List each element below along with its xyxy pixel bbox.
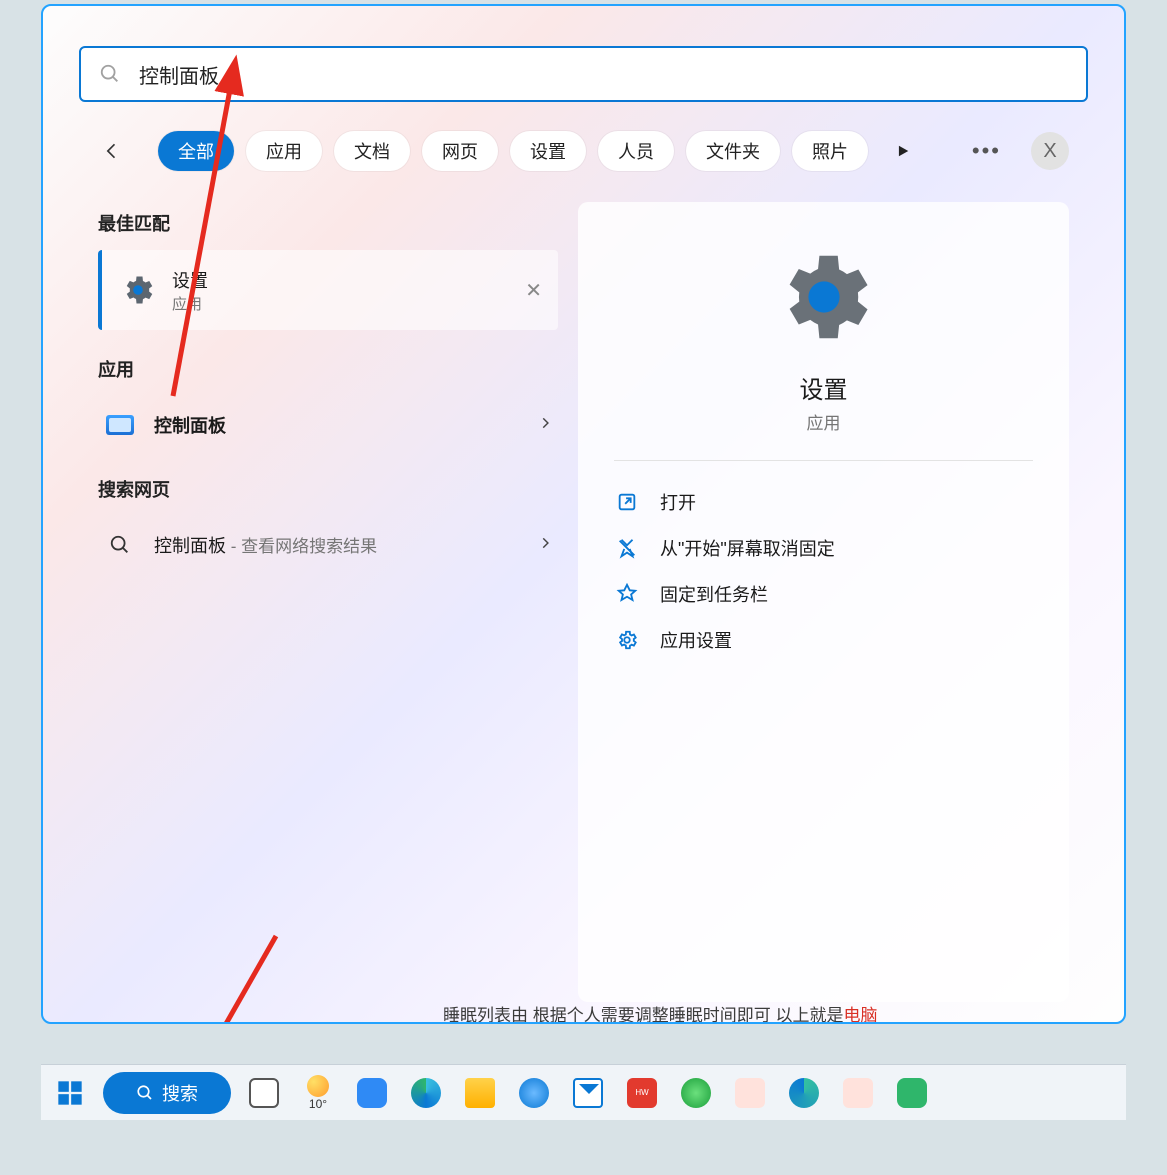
section-header-apps: 应用 [98, 356, 558, 382]
browser-icon[interactable] [513, 1072, 555, 1114]
action-unpin-start[interactable]: 从"开始"屏幕取消固定 [614, 525, 1033, 571]
search-icon [99, 63, 121, 85]
filter-tabs: 全部 应用 文档 网页 设置 人员 文件夹 照片 ••• X [98, 131, 1069, 171]
close-icon[interactable]: ✕ [525, 278, 542, 303]
results-list: 最佳匹配 设置 应用 ✕ 应用 控制面板 搜索网页 [98, 202, 558, 1002]
mail-icon[interactable] [567, 1072, 609, 1114]
action-label: 从"开始"屏幕取消固定 [660, 535, 835, 561]
chevron-right-icon [538, 536, 552, 555]
best-match-title: 设置 [172, 267, 208, 293]
task-view-icon[interactable] [243, 1072, 285, 1114]
taskbar-search-label: 搜索 [162, 1080, 198, 1106]
action-open[interactable]: 打开 [614, 479, 1033, 525]
action-app-settings[interactable]: 应用设置 [614, 617, 1033, 663]
action-label: 固定到任务栏 [660, 581, 768, 607]
background-page-text: 睡眠列表由 根据个人需要调整睡眠时间即可 以上就是电脑 [443, 1001, 877, 1024]
action-label: 打开 [660, 489, 696, 515]
search-input[interactable] [137, 62, 1068, 87]
taskbar-search-button[interactable]: 搜索 [103, 1072, 231, 1114]
unpin-start-icon [616, 537, 638, 559]
divider [614, 460, 1033, 461]
start-button[interactable] [49, 1072, 91, 1114]
edge-icon[interactable] [405, 1072, 447, 1114]
results-area: 最佳匹配 设置 应用 ✕ 应用 控制面板 搜索网页 [98, 202, 1069, 1002]
weather-icon[interactable]: 10° [297, 1072, 339, 1114]
filter-tab-web[interactable]: 网页 [422, 131, 498, 171]
search-icon [104, 529, 136, 561]
taskbar: 搜索 10° HW [41, 1064, 1126, 1120]
search-icon [136, 1084, 154, 1102]
open-icon [616, 491, 638, 513]
app-result-label: 控制面板 [154, 412, 226, 438]
filter-tab-folders[interactable]: 文件夹 [686, 131, 780, 171]
chevron-right-icon [538, 416, 552, 435]
more-filters-button[interactable] [884, 132, 922, 170]
wechat-icon[interactable] [891, 1072, 933, 1114]
section-header-web: 搜索网页 [98, 476, 558, 502]
best-match-item[interactable]: 设置 应用 ✕ [98, 250, 558, 330]
web-result-label: 控制面板 [154, 536, 226, 556]
web-result-suffix: - 查看网络搜索结果 [226, 537, 377, 556]
overflow-menu-button[interactable]: ••• [972, 138, 1001, 164]
ie-icon[interactable] [675, 1072, 717, 1114]
action-label: 应用设置 [660, 627, 732, 653]
gear-icon [118, 270, 158, 310]
user-avatar[interactable]: X [1031, 132, 1069, 170]
filter-tab-photos[interactable]: 照片 [792, 131, 868, 171]
filter-tab-all[interactable]: 全部 [158, 131, 234, 171]
control-panel-icon [104, 409, 136, 441]
people1-icon[interactable] [729, 1072, 771, 1114]
pin-taskbar-icon [616, 583, 638, 605]
filter-tab-documents[interactable]: 文档 [334, 131, 410, 171]
file-explorer-icon[interactable] [459, 1072, 501, 1114]
app-settings-icon [616, 629, 638, 651]
filter-tab-apps[interactable]: 应用 [246, 131, 322, 171]
app-result-control-panel[interactable]: 控制面板 [98, 396, 558, 454]
chat-icon[interactable] [351, 1072, 393, 1114]
filter-tab-settings[interactable]: 设置 [510, 131, 586, 171]
huawei-icon[interactable]: HW [621, 1072, 663, 1114]
globe-edge-icon[interactable] [783, 1072, 825, 1114]
windows-icon [56, 1079, 84, 1107]
gear-icon [769, 242, 879, 352]
action-pin-taskbar[interactable]: 固定到任务栏 [614, 571, 1033, 617]
web-result-item[interactable]: 控制面板 - 查看网络搜索结果 [98, 516, 558, 574]
preview-pane: 设置 应用 打开 从"开始"屏幕取消固定 固定到任务栏 应用设置 [578, 202, 1069, 1002]
windows-search-panel: 全部 应用 文档 网页 设置 人员 文件夹 照片 ••• X 最佳匹配 设置 应… [41, 4, 1126, 1024]
section-header-best: 最佳匹配 [98, 210, 558, 236]
search-bar[interactable] [79, 46, 1088, 102]
filter-tab-people[interactable]: 人员 [598, 131, 674, 171]
best-match-subtitle: 应用 [172, 293, 208, 314]
preview-category: 应用 [807, 409, 841, 434]
preview-title: 设置 [800, 370, 848, 405]
back-button[interactable] [98, 137, 126, 165]
people2-icon[interactable] [837, 1072, 879, 1114]
